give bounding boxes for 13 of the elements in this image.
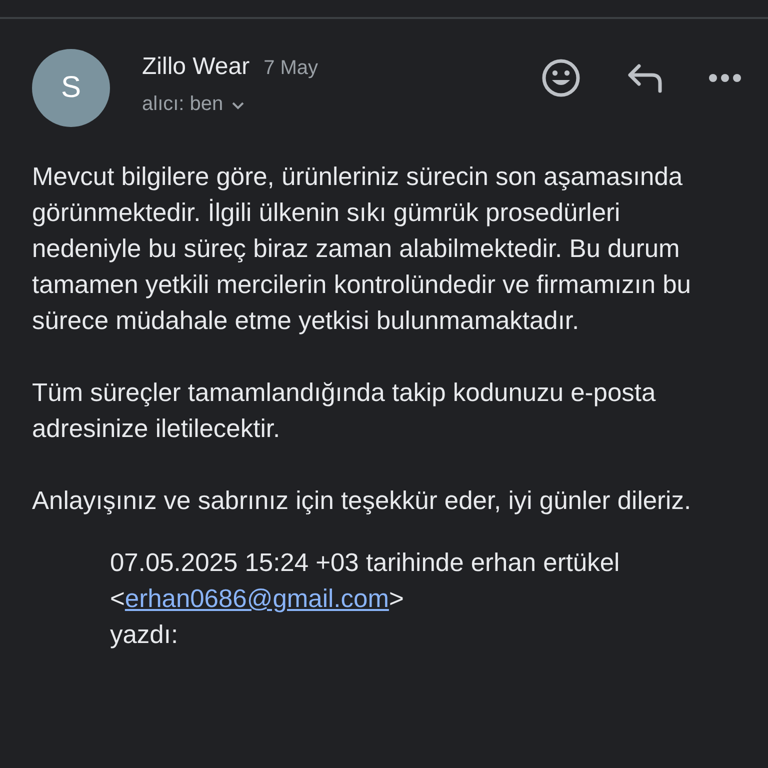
email-link[interactable]: erhan0686@gmail.com <box>124 585 389 613</box>
message-paragraph: Tüm süreçler tamamlandığında takip kodunuzu e-posta adresinize iletilecektir. <box>32 378 657 445</box>
emoji-icon[interactable] <box>540 57 582 99</box>
sender-name: Zillo Wear <box>142 53 250 81</box>
message-paragraph: Anlayışınız ve sabrınız için teşekkür eder, iyi günler dileriz. <box>32 486 692 517</box>
reply-icon[interactable] <box>626 63 664 93</box>
quote-text: yazdı: <box>110 620 180 651</box>
message-date: 7 May <box>264 57 318 80</box>
chevron-icon <box>231 100 246 110</box>
recipient-dropdown[interactable]: alıcı: ben <box>142 93 246 116</box>
message-paragraph: Mevcut bilgilere göre, ürünleriniz sürecin son aşamasında görünmektedir. İlgili ülkenin sıkı gümrük prosedürleri nedeniyle bu süreç biraz zaman alabilmektedir. Bu durum tamamen yetkili mercilerin kontrolündedir ve firmamızın bu sürece müdahale etme yetkisi bulunmamaktadır. <box>32 162 692 337</box>
avatar: S <box>32 49 110 127</box>
more-icon[interactable] <box>708 73 742 83</box>
